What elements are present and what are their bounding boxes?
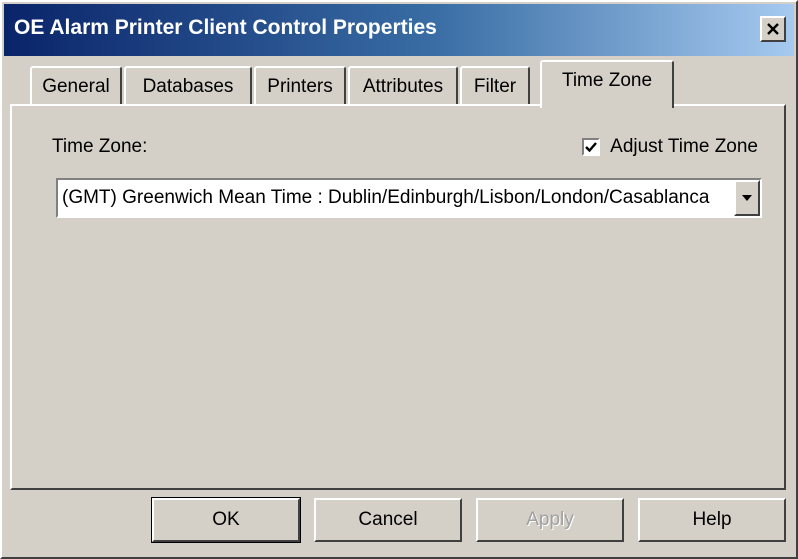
time-zone-select-value: (GMT) Greenwich Mean Time : Dublin/Edinb… (62, 187, 710, 208)
time-zone-select[interactable]: (GMT) Greenwich Mean Time : Dublin/Edinb… (56, 178, 762, 218)
apply-button-label: Apply (526, 509, 574, 530)
ok-button[interactable]: OK (151, 497, 301, 543)
checkmark-icon (585, 142, 598, 153)
dropdown-button[interactable] (734, 180, 760, 216)
tab-databases[interactable]: Databases (124, 66, 252, 106)
tab-printers[interactable]: Printers (254, 66, 346, 106)
help-button[interactable]: Help (638, 498, 786, 542)
tab-filter[interactable]: Filter (460, 66, 530, 106)
checkbox-box[interactable] (582, 138, 601, 156)
ok-button-label: OK (212, 509, 240, 530)
help-button-label: Help (692, 509, 732, 530)
tab-label: Printers (267, 76, 333, 97)
tab-time-zone[interactable]: Time Zone (540, 60, 674, 108)
time-zone-label: Time Zone: (52, 136, 148, 157)
tab-attributes[interactable]: Attributes (348, 66, 458, 106)
tab-label: Databases (142, 76, 234, 97)
tab-general[interactable]: General (30, 66, 122, 106)
tab-label: Filter (473, 76, 517, 97)
tab-label: Time Zone (561, 70, 653, 91)
adjust-time-zone-checkbox[interactable]: Adjust Time Zone (582, 136, 758, 158)
cancel-button[interactable]: Cancel (314, 498, 462, 542)
tab-label: Attributes (362, 76, 444, 97)
tab-strip: General Databases Printers Attributes Fi… (0, 0, 798, 110)
tab-label: General (42, 76, 110, 97)
chevron-down-icon (742, 195, 752, 201)
cancel-button-label: Cancel (358, 509, 418, 530)
adjust-time-zone-label: Adjust Time Zone (610, 136, 758, 157)
time-zone-panel: Time Zone: Adjust Time Zone (GMT) Greenw… (10, 104, 786, 490)
apply-button[interactable]: Apply (476, 498, 624, 542)
